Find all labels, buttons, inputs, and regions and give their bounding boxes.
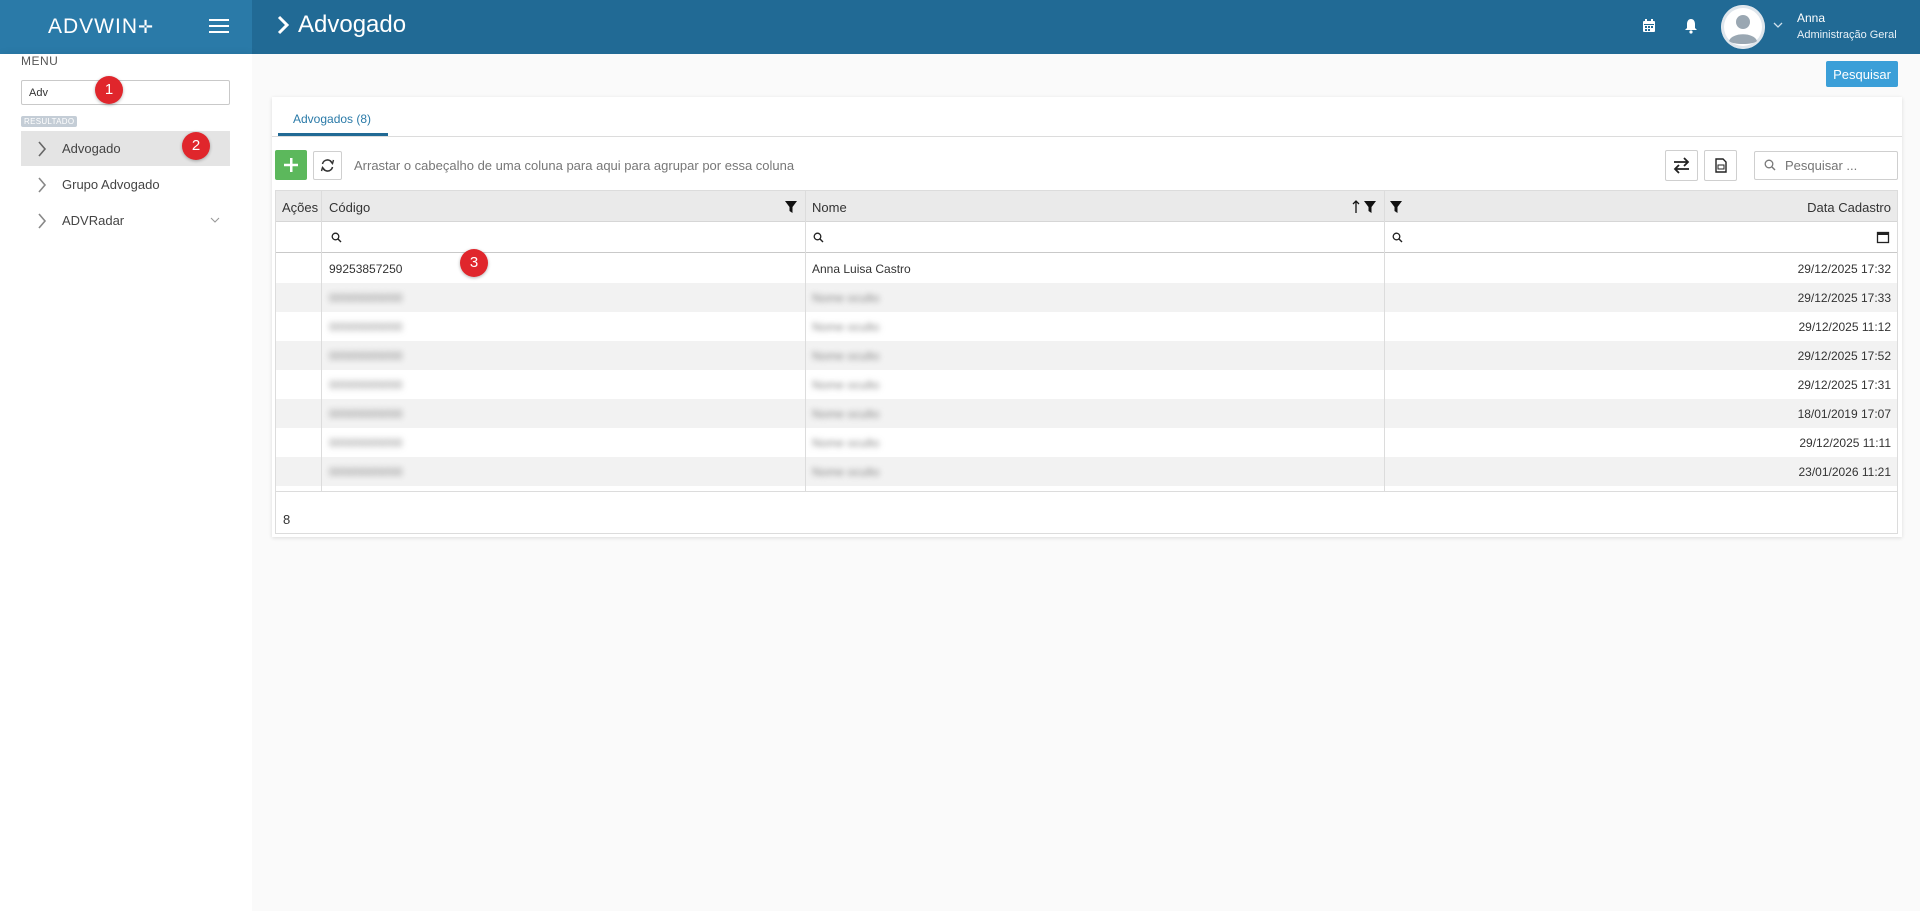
table-row[interactable]: 00000000000 Nome oculto 29/12/2025 17:33	[276, 283, 1897, 312]
cell-codigo: 00000000000	[329, 349, 403, 363]
table-row[interactable]: 00000000000 Nome oculto 29/12/2025 11:12	[276, 312, 1897, 341]
page-title: Advogado	[276, 11, 406, 39]
menu-toggle-icon[interactable]	[209, 19, 229, 33]
refresh-button[interactable]	[313, 151, 342, 180]
search-icon	[1764, 159, 1776, 171]
add-button[interactable]	[275, 150, 307, 180]
sidebar-item-label: ADVRadar	[62, 213, 125, 228]
cell-codigo: 00000000000	[329, 320, 403, 334]
grid-total-count: 8	[283, 512, 291, 527]
table-row[interactable]: 00000000000 Nome oculto 29/12/2025 17:31	[276, 370, 1897, 399]
chevron-right-icon	[277, 15, 290, 35]
grid-filter-row	[276, 222, 1897, 253]
sidebar-item-label: Grupo Advogado	[62, 177, 160, 192]
app-logo[interactable]: ADVWIN✛	[48, 15, 154, 39]
user-role: Administração Geral	[1797, 29, 1897, 41]
search-icon[interactable]	[813, 232, 824, 243]
tab-advogados[interactable]: Advogados (8)	[293, 104, 371, 136]
top-header: ADVWIN✛ Advogado Anna Administração Gera…	[0, 0, 1920, 54]
column-header-codigo[interactable]: Código	[329, 200, 370, 215]
cell-nome: Nome oculto	[812, 465, 880, 479]
cell-data-cadastro: 29/12/2025 11:12	[1798, 320, 1891, 334]
column-header-acoes[interactable]: Ações	[282, 200, 318, 215]
cell-nome: Nome oculto	[812, 291, 880, 305]
sidebar-item-label: Advogado	[62, 141, 121, 156]
grid-footer-divider	[276, 491, 1897, 492]
plus-icon	[284, 158, 298, 172]
sidebar: MENU RESULTADO Advogado Grupo Advogado A…	[0, 54, 252, 911]
result-badge: RESULTADO	[21, 116, 78, 127]
cell-nome: Nome oculto	[812, 349, 880, 363]
annotation-marker-2: 2	[182, 132, 210, 160]
column-chooser-button[interactable]	[1665, 150, 1698, 181]
swap-arrows-icon	[1673, 157, 1690, 174]
table-row[interactable]: 00000000000 Nome oculto 29/12/2025 11:11	[276, 428, 1897, 457]
sidebar-item-advradar[interactable]: ADVRadar	[21, 203, 230, 238]
chevron-down-icon[interactable]	[1773, 20, 1783, 30]
cell-nome: Anna Luisa Castro	[812, 262, 911, 276]
page-title-text: Advogado	[298, 11, 407, 38]
data-grid: Ações Código Nome Data Cadastro 99253857…	[275, 190, 1898, 534]
brand-area: ADVWIN✛	[0, 0, 252, 54]
user-avatar-icon	[1721, 5, 1765, 49]
cell-nome: Nome oculto	[812, 407, 880, 421]
filter-icon[interactable]	[1389, 200, 1403, 214]
group-panel-hint: Arrastar o cabeçalho de uma coluna para …	[354, 158, 795, 173]
menu-search-input[interactable]	[21, 80, 230, 105]
sort-ascending-icon[interactable]	[1352, 200, 1360, 214]
cell-data-cadastro: 23/01/2026 11:21	[1798, 465, 1891, 479]
menu-title: MENU	[21, 54, 59, 68]
bell-icon[interactable]	[1683, 18, 1699, 34]
column-divider	[805, 191, 806, 491]
sidebar-item-grupo-advogado[interactable]: Grupo Advogado	[21, 167, 230, 202]
annotation-marker-1: 1	[95, 76, 123, 104]
cell-data-cadastro: 29/12/2025 17:33	[1797, 291, 1891, 305]
chevron-right-icon	[38, 212, 47, 229]
tab-divider	[272, 136, 1902, 137]
cell-nome: Nome oculto	[812, 436, 880, 450]
cell-data-cadastro: 29/12/2025 17:32	[1797, 262, 1891, 276]
search-button[interactable]: Pesquisar	[1826, 61, 1898, 87]
search-icon[interactable]	[1392, 232, 1403, 243]
table-row[interactable]: 00000000000 Nome oculto 29/12/2025 17:52	[276, 341, 1897, 370]
cell-codigo: 00000000000	[329, 378, 403, 392]
export-button[interactable]	[1704, 150, 1737, 181]
cell-codigo: 00000000000	[329, 407, 403, 421]
cell-codigo: 00000000000	[329, 291, 403, 305]
user-name[interactable]: Anna	[1797, 11, 1825, 25]
annotation-marker-3: 3	[460, 249, 488, 277]
column-header-data-cadastro[interactable]: Data Cadastro	[1807, 200, 1891, 215]
grid-header-row: Ações Código Nome Data Cadastro	[276, 191, 1897, 222]
cell-nome: Nome oculto	[812, 378, 880, 392]
cell-data-cadastro: 18/01/2019 17:07	[1797, 407, 1891, 421]
calendar-icon[interactable]	[1641, 18, 1657, 34]
table-row[interactable]: 00000000000 Nome oculto 23/01/2026 11:21	[276, 457, 1897, 486]
chevron-right-icon	[38, 176, 47, 193]
cell-codigo: 99253857250	[329, 262, 403, 276]
column-header-nome[interactable]: Nome	[812, 200, 847, 215]
calendar-icon[interactable]	[1876, 230, 1890, 244]
cell-data-cadastro: 29/12/2025 17:31	[1797, 378, 1891, 392]
table-row[interactable]: 99253857250 Anna Luisa Castro 29/12/2025…	[276, 254, 1897, 283]
export-file-icon	[1715, 158, 1727, 173]
cell-data-cadastro: 29/12/2025 17:52	[1797, 349, 1891, 363]
cell-data-cadastro: 29/12/2025 11:11	[1799, 436, 1891, 450]
cell-codigo: 00000000000	[329, 465, 403, 479]
table-row[interactable]: 00000000000 Nome oculto 18/01/2019 17:07	[276, 399, 1897, 428]
avatar[interactable]	[1721, 5, 1765, 49]
refresh-icon	[320, 159, 335, 172]
filter-icon[interactable]	[784, 200, 798, 214]
search-icon[interactable]	[331, 232, 342, 243]
chevron-right-icon	[38, 140, 47, 157]
filter-icon[interactable]	[1363, 200, 1377, 214]
cell-nome: Nome oculto	[812, 320, 880, 334]
column-divider	[1384, 191, 1385, 491]
column-divider	[321, 191, 322, 491]
cell-codigo: 00000000000	[329, 436, 403, 450]
chevron-down-icon[interactable]	[210, 216, 220, 224]
